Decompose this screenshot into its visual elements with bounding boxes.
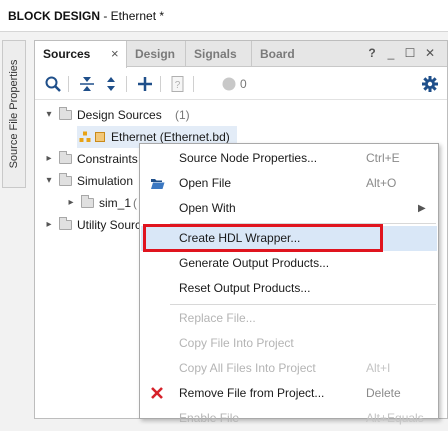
toolbar-separator [193, 76, 194, 92]
expanded-caret-icon[interactable]: ▾ [43, 170, 55, 192]
svg-text:?: ? [175, 80, 181, 91]
menu-item-copy-file-into-project[interactable]: Copy File Into Project [141, 331, 437, 356]
submenu-arrow-icon: ▶ [418, 203, 426, 214]
collapse-all-icon[interactable] [78, 75, 96, 93]
tree-suffix: ( [133, 196, 137, 210]
menu-item-reset-output-products[interactable]: Reset Output Products... [141, 276, 437, 301]
close-panel-icon[interactable]: ✕ [423, 46, 437, 60]
panel-tab-bar: Sources × Design Signals Board ? _ ☐ ✕ [35, 41, 447, 68]
file-properties-icon[interactable]: ? [169, 75, 187, 93]
menu-item-source-node-properties[interactable]: Source Node Properties... Ctrl+E [141, 146, 437, 171]
tab-sources[interactable]: Sources × [35, 41, 127, 68]
add-icon[interactable] [136, 75, 154, 93]
minimize-icon[interactable]: _ [384, 46, 398, 60]
window-title: BLOCK DESIGN - Ethernet * [8, 9, 165, 23]
highlight-annotation-box [143, 224, 383, 252]
tab-signals[interactable]: Signals [185, 41, 251, 67]
status-circle-icon [222, 77, 236, 91]
expand-all-icon[interactable] [102, 75, 120, 93]
folder-icon [59, 107, 72, 120]
help-icon[interactable]: ? [365, 46, 379, 60]
block-design-icon [79, 131, 91, 142]
folder-icon [59, 151, 72, 164]
collapsed-caret-icon[interactable]: ▸ [43, 214, 55, 236]
menu-item-open-with[interactable]: Open With ▶ [141, 196, 437, 221]
tree-label: Design Sources [77, 108, 162, 122]
menu-item-remove-file-from-project[interactable]: Remove File from Project... Delete [141, 381, 437, 406]
toolbar-separator [160, 76, 161, 92]
toolbar-separator [126, 76, 127, 92]
collapsed-caret-icon[interactable]: ▸ [65, 192, 77, 214]
menu-separator [170, 304, 436, 305]
settings-gear-icon[interactable] [421, 75, 439, 93]
folder-icon [59, 173, 72, 186]
bd-file-icon [95, 132, 105, 142]
search-icon[interactable] [44, 75, 62, 93]
side-tab-label: Source File Properties [8, 59, 20, 169]
toolbar-separator [68, 76, 69, 92]
menu-item-generate-output-products[interactable]: Generate Output Products... [141, 251, 437, 276]
close-tab-icon[interactable]: × [111, 41, 119, 67]
tab-design[interactable]: Design [127, 41, 185, 67]
sources-toolbar: ? 0 [35, 68, 447, 100]
window-title-bar: BLOCK DESIGN - Ethernet * [0, 0, 448, 32]
tree-label: Utility Sourc [77, 218, 142, 232]
restore-icon[interactable]: ☐ [403, 46, 417, 60]
open-folder-icon [151, 179, 165, 189]
collapsed-caret-icon[interactable]: ▸ [43, 148, 55, 170]
menu-item-copy-all-files-into-project[interactable]: Copy All Files Into Project Alt+I [141, 356, 437, 381]
folder-icon [81, 195, 94, 208]
tree-label: Constraints [77, 152, 138, 166]
expanded-caret-icon[interactable]: ▾ [43, 104, 55, 126]
menu-item-replace-file[interactable]: Replace File... [141, 306, 437, 331]
tree-label: sim_1 [99, 196, 132, 210]
tree-label: Simulation [77, 174, 134, 188]
folder-icon [59, 217, 72, 230]
tab-board[interactable]: Board [251, 41, 311, 67]
status-count: 0 [240, 77, 247, 91]
tree-item-design-sources[interactable]: ▾ Design Sources (1) [43, 104, 343, 126]
tree-count: (1) [175, 108, 190, 122]
remove-x-icon [151, 387, 163, 399]
context-menu: Source Node Properties... Ctrl+E Open Fi… [139, 143, 439, 425]
menu-item-open-file[interactable]: Open File Alt+O [141, 171, 437, 196]
source-file-properties-tab[interactable]: Source File Properties [2, 40, 26, 188]
